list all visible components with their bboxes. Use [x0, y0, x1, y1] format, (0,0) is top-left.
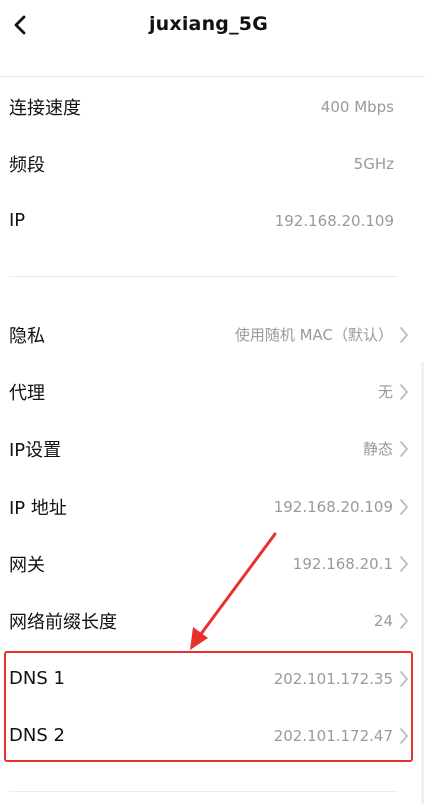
dns-highlight-box	[4, 651, 413, 762]
row-label: IP	[9, 210, 26, 231]
row-ip: IP 192.168.20.109	[0, 192, 425, 249]
row-label: 连接速度	[9, 97, 81, 119]
row-label: IP设置	[9, 439, 62, 461]
row-band: 频段 5GHz	[0, 135, 425, 192]
row-label: 代理	[9, 382, 45, 404]
row-link-speed: 连接速度 400 Mbps	[0, 78, 425, 135]
row-value: 192.168.20.109	[274, 211, 394, 230]
chevron-right-icon	[397, 611, 411, 631]
chevron-right-icon	[397, 325, 411, 345]
row-ip-settings[interactable]: IP设置 静态	[0, 420, 425, 477]
row-label: 网关	[9, 554, 45, 576]
row-value: 24	[373, 611, 393, 630]
row-proxy[interactable]: 代理 无	[0, 363, 425, 420]
row-ip-address[interactable]: IP 地址 192.168.20.109	[0, 478, 425, 535]
row-label: 频段	[9, 154, 45, 176]
row-privacy[interactable]: 隐私 使用随机 MAC（默认）	[0, 306, 425, 363]
top-bar: juxiang_5G	[0, 0, 425, 52]
section-divider	[9, 791, 397, 792]
row-value: 192.168.20.109	[273, 497, 393, 516]
row-value: 5GHz	[353, 154, 394, 173]
chevron-right-icon	[397, 554, 411, 574]
header-divider	[0, 76, 425, 77]
chevron-right-icon	[397, 382, 411, 402]
row-gateway[interactable]: 网关 192.168.20.1	[0, 535, 425, 592]
chevron-right-icon	[397, 439, 411, 459]
row-value: 192.168.20.1	[292, 554, 393, 573]
row-value: 使用随机 MAC（默认）	[234, 326, 393, 344]
section-divider	[9, 276, 397, 277]
scrollbar[interactable]	[421, 362, 424, 804]
row-value: 静态	[362, 440, 393, 458]
chevron-right-icon	[397, 497, 411, 517]
row-label: 网络前缀长度	[9, 611, 117, 633]
row-label: IP 地址	[9, 497, 67, 519]
row-prefix-length[interactable]: 网络前缀长度 24	[0, 592, 425, 649]
row-value: 无	[377, 383, 393, 401]
row-value: 400 Mbps	[320, 97, 394, 116]
page-title: juxiang_5G	[148, 13, 269, 35]
row-label: 隐私	[9, 325, 45, 347]
